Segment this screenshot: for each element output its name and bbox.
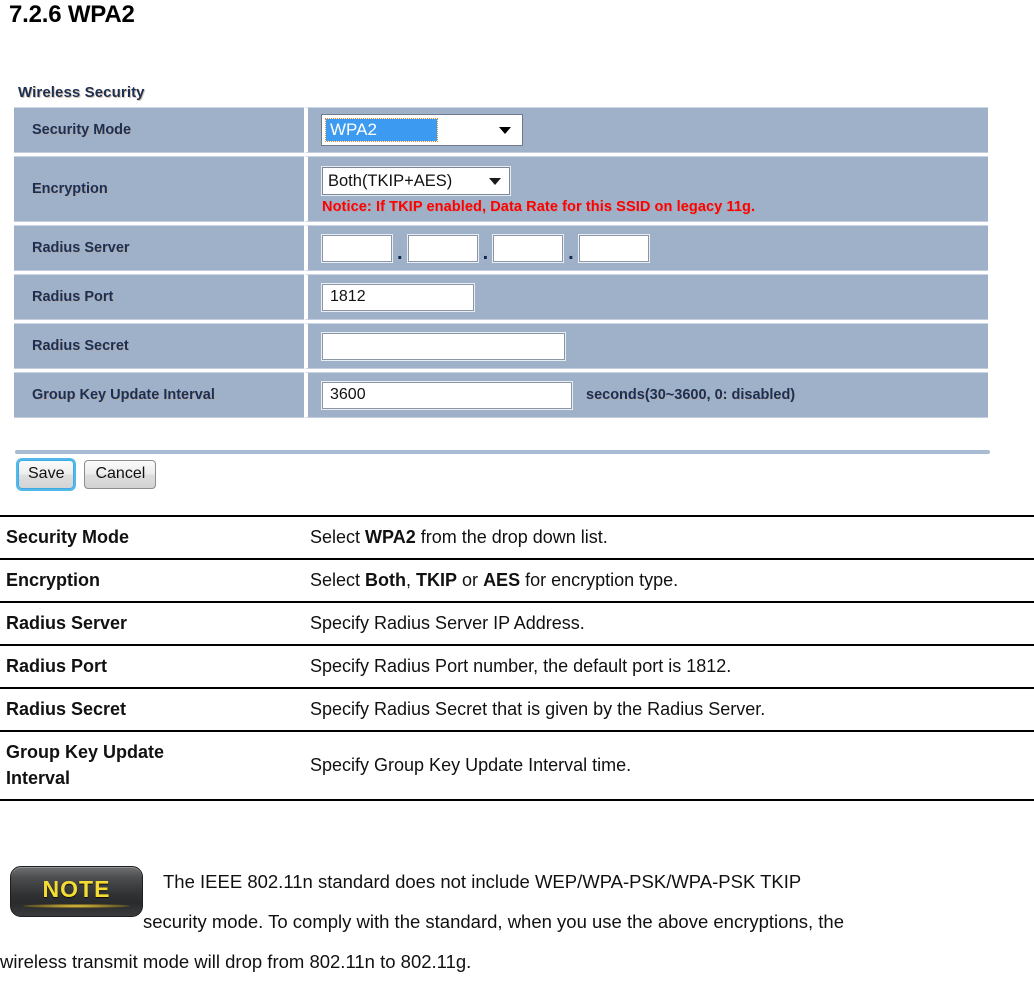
desc-text-radius-server: Specify Radius Server IP Address.	[306, 602, 1034, 645]
desc-text-encryption: Select Both, TKIP or AES for encryption …	[306, 559, 1034, 602]
radius-server-octet-1[interactable]	[322, 234, 392, 262]
table-row: Radius Server Specify Radius Server IP A…	[0, 602, 1034, 645]
note-badge-glow	[23, 904, 130, 908]
desc-term-line1: Security Mode	[6, 527, 130, 547]
label-radius-port: Radius Port	[14, 274, 304, 320]
note-paragraph: The IEEE 802.11n standard does not inclu…	[0, 862, 1034, 982]
note-badge-label: NOTE	[42, 876, 111, 902]
radius-server-octet-3[interactable]	[493, 234, 564, 262]
value-radius-secret	[304, 323, 988, 369]
emphasis-text: WPA2	[365, 526, 416, 547]
emphasis-text: AES	[483, 569, 521, 590]
security-mode-selected-value: WPA2	[325, 118, 438, 142]
wireless-security-panel: Wireless Security Security Mode WPA2 Enc…	[14, 84, 988, 421]
table-row: Radius Port Specify Radius Port number, …	[0, 645, 1034, 688]
form-row-radius-secret: Radius Secret	[14, 323, 988, 369]
form-row-group-key-update-interval: Group Key Update Interval 3600 seconds(3…	[14, 372, 988, 418]
ip-separator-3: .	[568, 241, 574, 264]
plain-text: for encryption type.	[520, 569, 679, 590]
value-radius-server: . . .	[304, 225, 988, 271]
desc-term-encryption: Encryption	[0, 559, 306, 602]
note-line-3: wireless transmit mode will drop from 80…	[0, 951, 472, 972]
emphasis-text: TKIP	[416, 569, 458, 590]
radius-server-octet-4[interactable]	[578, 234, 649, 262]
desc-text-group-key-update-interval: Specify Group Key Update Interval time.	[306, 731, 1034, 800]
form-row-security-mode: Security Mode WPA2	[14, 107, 988, 153]
note-line-1: The IEEE 802.11n standard does not inclu…	[163, 871, 802, 892]
label-security-mode: Security Mode	[14, 107, 304, 153]
desc-term-radius-port: Radius Port	[0, 645, 306, 688]
plain-text: from the drop down list.	[415, 526, 608, 547]
plain-text: ,	[406, 569, 417, 590]
plain-text: Select	[310, 526, 366, 547]
table-row: Security Mode Select WPA2 from the drop …	[0, 516, 1034, 559]
desc-text-radius-port: Specify Radius Port number, the default …	[306, 645, 1034, 688]
label-radius-secret: Radius Secret	[14, 323, 304, 369]
radius-server-ip-group: . . .	[322, 234, 649, 264]
encryption-selected-value: Both(TKIP+AES)	[328, 171, 453, 190]
value-security-mode: WPA2	[304, 107, 988, 153]
chevron-down-icon	[489, 177, 501, 185]
tkip-notice-text: Notice: If TKIP enabled, Data Rate for t…	[322, 199, 756, 215]
form-row-radius-port: Radius Port 1812	[14, 274, 988, 320]
label-group-key-update-interval: Group Key Update Interval	[14, 372, 304, 418]
field-description-body: Security Mode Select WPA2 from the drop …	[0, 516, 1034, 800]
desc-term-line1: Radius Port	[6, 656, 108, 676]
note-badge-icon: NOTE	[10, 866, 143, 917]
desc-term-radius-secret: Radius Secret	[0, 688, 306, 731]
encryption-select[interactable]: Both(TKIP+AES)	[322, 167, 510, 195]
table-row: Encryption Select Both, TKIP or AES for …	[0, 559, 1034, 602]
note-block: NOTE The IEEE 802.11n standard does not …	[0, 862, 1034, 982]
label-radius-server: Radius Server	[14, 225, 304, 271]
field-description-table: Security Mode Select WPA2 from the drop …	[0, 515, 1034, 801]
plain-text: Specify Group Key Update Interval time.	[310, 754, 632, 775]
page-title: 7.2.6 WPA2	[9, 1, 135, 28]
plain-text: Select	[310, 569, 366, 590]
table-row: Group Key Update Interval Specify Group …	[0, 731, 1034, 800]
label-encryption: Encryption	[14, 156, 304, 222]
form-row-encryption: Encryption Both(TKIP+AES) Notice: If TKI…	[14, 156, 988, 222]
panel-button-bar: Save Cancel	[18, 460, 157, 489]
cancel-button[interactable]: Cancel	[84, 460, 157, 489]
plain-text: Specify Radius Secret that is given by t…	[310, 698, 766, 719]
plain-text: or	[457, 569, 484, 590]
ip-separator-2: .	[482, 241, 489, 264]
desc-term-radius-server: Radius Server	[0, 602, 306, 645]
desc-term-line1: Radius Server	[6, 613, 128, 633]
radius-server-octet-2[interactable]	[407, 234, 478, 262]
table-row: Radius Secret Specify Radius Secret that…	[0, 688, 1034, 731]
value-encryption: Both(TKIP+AES) Notice: If TKIP enabled, …	[304, 156, 988, 222]
ip-separator-1: .	[397, 241, 403, 264]
desc-term-group-key-update-interval: Group Key Update Interval	[0, 731, 306, 800]
panel-divider	[15, 450, 990, 454]
note-line-2: security mode. To comply with the standa…	[143, 911, 844, 932]
group-key-update-interval-hint: seconds(30~3600, 0: disabled)	[586, 387, 796, 403]
group-key-update-interval-input[interactable]: 3600	[322, 381, 572, 409]
emphasis-text: Both	[365, 569, 407, 590]
save-button[interactable]: Save	[18, 460, 75, 489]
desc-text-security-mode: Select WPA2 from the drop down list.	[306, 516, 1034, 559]
desc-term-line1: Radius Secret	[6, 699, 127, 719]
chevron-down-icon	[499, 126, 511, 134]
plain-text: Specify Radius Port number, the default …	[310, 655, 732, 676]
value-radius-port: 1812	[304, 274, 988, 320]
security-mode-select[interactable]: WPA2	[322, 115, 522, 145]
desc-term-line1: Group Key Update	[6, 742, 165, 762]
desc-text-radius-secret: Specify Radius Secret that is given by t…	[306, 688, 1034, 731]
radius-secret-input[interactable]	[322, 332, 565, 360]
radius-port-input[interactable]: 1812	[322, 283, 474, 311]
value-group-key-update-interval: 3600 seconds(30~3600, 0: disabled)	[304, 372, 988, 418]
panel-title: Wireless Security	[18, 84, 145, 101]
desc-term-line1: Encryption	[6, 570, 101, 590]
desc-term-security-mode: Security Mode	[0, 516, 306, 559]
form-row-radius-server: Radius Server . . .	[14, 225, 988, 271]
desc-term-line2: Interval	[6, 768, 71, 788]
plain-text: Specify Radius Server IP Address.	[310, 612, 585, 633]
